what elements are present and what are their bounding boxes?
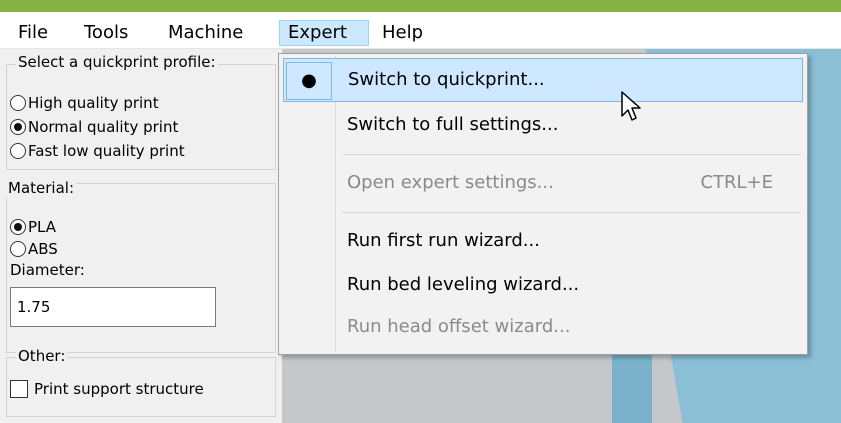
support-checkbox-row[interactable]: Print support structure [10,379,204,399]
menu-machine[interactable]: Machine [160,20,251,46]
menu-open-expert-settings[interactable]: Open expert settings... CTRL+E [283,162,803,206]
menu-tools[interactable]: Tools [76,20,136,46]
menu-run-head-offset-wizard[interactable]: Run head offset wizard... [283,306,803,350]
menu-expert[interactable]: Expert [279,20,369,46]
menu-item-label: Run head offset wizard... [347,316,571,337]
menu-shortcut: CTRL+E [700,172,773,193]
radio-label: Normal quality print [28,118,179,136]
radio-normal-quality[interactable]: Normal quality print [10,117,178,137]
menu-run-bed-leveling-wizard[interactable]: Run bed leveling wizard... [283,264,803,308]
radio-button-checked-icon[interactable] [10,219,26,235]
radio-fast-quality[interactable]: Fast low quality print [10,141,185,161]
other-title: Other: [16,347,68,365]
quickprint-title: Select a quickprint profile: [16,53,218,71]
support-checkbox[interactable] [10,380,28,398]
menu-item-label: Switch to quickprint... [348,69,545,90]
menu-separator [343,154,801,155]
diameter-input[interactable]: 1.75 [10,287,216,327]
radio-high-quality[interactable]: High quality print [10,93,159,113]
menu-item-label: Run bed leveling wizard... [347,274,580,295]
support-label: Print support structure [34,380,204,398]
diameter-label: Diameter: [10,261,85,279]
radio-button-icon[interactable] [10,95,26,111]
bullet-icon: ● [286,62,332,100]
radio-label: Fast low quality print [28,142,185,160]
radio-label: PLA [28,218,57,236]
top-accent-bar [0,0,841,12]
menu-switch-full-settings[interactable]: Switch to full settings... [283,104,803,148]
radio-button-icon[interactable] [10,143,26,159]
menu-item-label: Open expert settings... [347,172,554,193]
menu-bar: File Tools Machine Expert Help [0,18,841,49]
menu-item-label: Switch to full settings... [347,114,559,135]
radio-label: ABS [28,240,58,258]
radio-button-icon[interactable] [10,241,26,257]
radio-abs[interactable]: ABS [10,239,58,259]
menu-switch-quickprint[interactable]: ● Switch to quickprint... [283,58,803,102]
menu-file[interactable]: File [10,20,56,46]
radio-label: High quality print [28,94,159,112]
radio-pla[interactable]: PLA [10,217,56,237]
menu-item-label: Run first run wizard... [347,230,540,251]
radio-button-checked-icon[interactable] [10,119,26,135]
mouse-pointer-icon [621,91,641,121]
menu-separator [343,212,801,213]
menu-help[interactable]: Help [374,20,431,46]
menu-run-first-run-wizard[interactable]: Run first run wizard... [283,220,803,264]
expert-dropdown-menu: ● Switch to quickprint... Switch to full… [278,53,808,355]
material-title: Material: [6,179,76,197]
settings-panel: Select a quickprint profile: High qualit… [0,49,282,423]
